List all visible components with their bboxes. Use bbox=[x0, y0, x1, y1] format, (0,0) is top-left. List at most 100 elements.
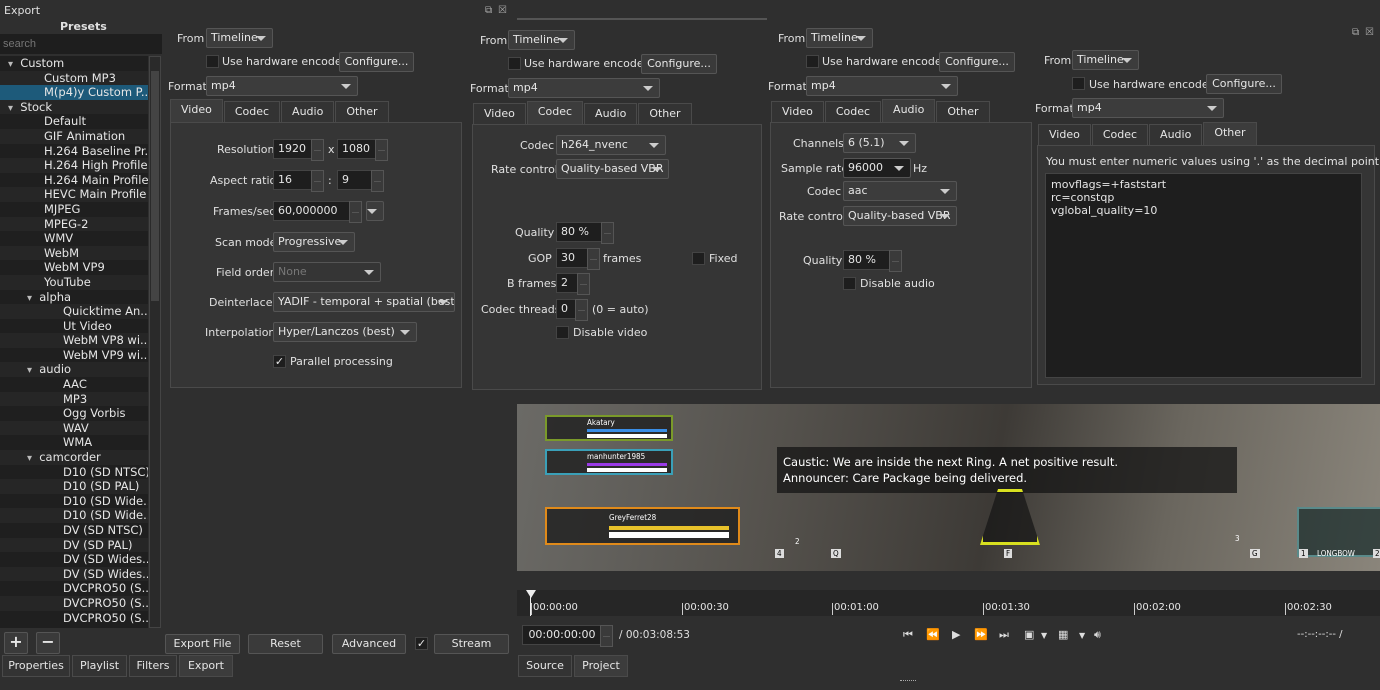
add-preset-button[interactable]: + bbox=[4, 632, 28, 654]
hw-encoder-checkbox[interactable] bbox=[206, 55, 219, 68]
preset-item[interactable]: WAV bbox=[0, 420, 148, 436]
configure-button[interactable]: Configure... bbox=[1206, 74, 1282, 94]
hw-encoder-checkbox[interactable] bbox=[806, 55, 819, 68]
close-dock-icon[interactable]: ☒ bbox=[1365, 27, 1374, 38]
preset-item[interactable]: ▾ Stock bbox=[0, 99, 148, 115]
height-spinbox[interactable]: 1080 bbox=[337, 139, 388, 161]
format-combo[interactable]: mp4 bbox=[508, 78, 660, 98]
bframes-spinbox[interactable]: 2 bbox=[556, 273, 590, 295]
interpolation-combo[interactable]: Hyper/Lanczos (best) bbox=[273, 322, 417, 342]
from-combo[interactable]: Timeline bbox=[1072, 50, 1139, 70]
configure-button[interactable]: Configure... bbox=[939, 52, 1015, 72]
rate-control-combo[interactable]: Quality-based VBR bbox=[556, 159, 669, 179]
hw-encoder-checkbox[interactable] bbox=[508, 57, 521, 70]
preset-tree[interactable]: ▾ Custom Custom MP3 M(p4)y Custom P... ▾ St… bbox=[0, 56, 148, 628]
preset-item[interactable]: MP3 bbox=[0, 391, 148, 407]
position-timecode[interactable]: 00:00:00:00 bbox=[522, 625, 613, 647]
disable-audio-checkbox[interactable] bbox=[843, 277, 856, 290]
quality-spinbox[interactable]: 80 % bbox=[556, 222, 614, 244]
aspect-width-spinbox[interactable]: 16 bbox=[273, 170, 324, 192]
preset-item[interactable]: D10 (SD PAL) bbox=[0, 479, 148, 494]
preset-item[interactable]: HEVC Main Profile bbox=[0, 187, 148, 202]
preset-item[interactable]: Default bbox=[0, 114, 148, 129]
gop-spinbox[interactable]: 30 bbox=[556, 248, 600, 270]
grid-icon[interactable]: ▦ bbox=[1058, 628, 1068, 641]
tab-properties[interactable]: Properties bbox=[2, 655, 70, 677]
channels-combo[interactable]: 6 (5.1) bbox=[843, 133, 916, 153]
preset-item[interactable]: DV (SD Wides... bbox=[0, 552, 148, 567]
rewind-icon[interactable]: ⏪ bbox=[926, 628, 940, 641]
tab-project[interactable]: Project bbox=[574, 655, 628, 677]
fps-menu-button[interactable] bbox=[366, 201, 384, 221]
tab-video[interactable]: Video bbox=[771, 101, 824, 123]
preset-item[interactable]: DV (SD PAL) bbox=[0, 537, 148, 553]
configure-button[interactable]: Configure... bbox=[339, 52, 414, 72]
format-combo[interactable]: mp4 bbox=[1072, 98, 1224, 118]
preset-item[interactable]: WebM bbox=[0, 245, 148, 261]
preset-item[interactable]: WebM VP8 wi... bbox=[0, 333, 148, 348]
preset-item[interactable]: H.264 Baseline Pr... bbox=[0, 144, 148, 159]
deinterlacer-combo[interactable]: YADIF - temporal + spatial (best) bbox=[273, 292, 455, 312]
tab-other[interactable]: Other bbox=[638, 103, 692, 125]
skip-to-end-icon[interactable]: ⏭ bbox=[999, 628, 1009, 642]
codec-combo[interactable]: h264_nvenc bbox=[556, 135, 666, 155]
preset-item[interactable]: DVCPRO50 (S... bbox=[0, 595, 148, 611]
preset-item[interactable]: Ut Video bbox=[0, 319, 148, 334]
tab-filters[interactable]: Filters bbox=[129, 655, 177, 677]
audio-quality-spinbox[interactable]: 80 % bbox=[843, 250, 902, 272]
format-combo[interactable]: mp4 bbox=[806, 76, 958, 96]
skip-to-start-icon[interactable]: ⏮ bbox=[903, 628, 913, 642]
tab-audio[interactable]: Audio bbox=[584, 103, 638, 125]
preset-scrollbar[interactable] bbox=[149, 56, 161, 628]
preset-item[interactable]: YouTube bbox=[0, 274, 148, 290]
preset-item[interactable]: ▾ camcorder bbox=[0, 450, 148, 465]
tab-codec[interactable]: Codec bbox=[824, 101, 882, 123]
aspect-height-spinbox[interactable]: 9 bbox=[337, 170, 384, 192]
preset-item[interactable]: MJPEG bbox=[0, 202, 148, 217]
sample-rate-combo[interactable]: 96000 bbox=[843, 158, 911, 178]
preset-item[interactable]: DV (SD Wides... bbox=[0, 566, 148, 582]
audio-rate-control-combo[interactable]: Quality-based VBR bbox=[843, 206, 957, 226]
preset-item[interactable]: H.264 Main Profile bbox=[0, 173, 148, 188]
tab-video[interactable]: Video bbox=[170, 99, 223, 123]
tab-other[interactable]: Other bbox=[1203, 122, 1257, 146]
other-options-textarea[interactable]: movflags=+faststart rc=constqp vglobal_q… bbox=[1045, 173, 1362, 378]
scan-mode-combo[interactable]: Progressive bbox=[273, 232, 355, 252]
preset-item[interactable]: H.264 High Profile bbox=[0, 158, 148, 173]
preset-item[interactable]: AAC bbox=[0, 377, 148, 392]
preset-item[interactable]: ▾ audio bbox=[0, 362, 148, 378]
close-dock-icon[interactable]: ☒ bbox=[498, 5, 507, 16]
tab-codec[interactable]: Codec bbox=[526, 101, 584, 125]
play-icon[interactable]: ▶ bbox=[952, 628, 960, 641]
preset-item[interactable]: DV (SD NTSC) bbox=[0, 523, 148, 538]
preset-search-input[interactable] bbox=[0, 34, 162, 54]
video-preview[interactable]: Caustic: We are inside the next Ring. A … bbox=[517, 404, 1380, 571]
tab-video[interactable]: Video bbox=[473, 103, 526, 125]
fixed-gop-checkbox[interactable] bbox=[692, 252, 705, 265]
float-dock-icon[interactable]: ⧉ bbox=[1352, 27, 1359, 38]
parallel-processing-checkbox[interactable]: ✓ bbox=[273, 355, 286, 368]
tab-video[interactable]: Video bbox=[1038, 124, 1091, 146]
tab-audio[interactable]: Audio bbox=[1149, 124, 1203, 146]
export-file-button[interactable]: Export File bbox=[165, 634, 240, 654]
fps-spinbox[interactable]: 60,000000 bbox=[273, 201, 362, 223]
reset-button[interactable]: Reset bbox=[248, 634, 323, 654]
preset-item[interactable]: MPEG-2 bbox=[0, 216, 148, 232]
advanced-checkbox[interactable]: ✓ bbox=[415, 637, 428, 650]
preset-item[interactable]: DVCPRO50 (S... bbox=[0, 611, 148, 626]
tab-codec[interactable]: Codec bbox=[223, 101, 281, 123]
expand-arrow-icon[interactable]: ▾ bbox=[8, 103, 16, 114]
preset-item[interactable]: D10 (SD NTSC) bbox=[0, 465, 148, 480]
hw-encoder-checkbox[interactable] bbox=[1072, 77, 1085, 90]
disable-video-checkbox[interactable] bbox=[556, 326, 569, 339]
timeline-ruler[interactable] bbox=[517, 590, 1380, 616]
zoom-icon[interactable]: ▣ bbox=[1024, 628, 1034, 641]
fast-forward-icon[interactable]: ⏩ bbox=[974, 628, 988, 641]
preset-item[interactable]: WebM VP9 wi... bbox=[0, 348, 148, 363]
preset-item[interactable]: Quicktime An... bbox=[0, 304, 148, 319]
grid-dropdown-icon[interactable]: ▼ bbox=[1079, 631, 1085, 640]
tab-other[interactable]: Other bbox=[335, 101, 389, 123]
tab-playlist[interactable]: Playlist bbox=[72, 655, 127, 677]
tab-other[interactable]: Other bbox=[936, 101, 990, 123]
from-combo[interactable]: Timeline bbox=[206, 28, 273, 48]
